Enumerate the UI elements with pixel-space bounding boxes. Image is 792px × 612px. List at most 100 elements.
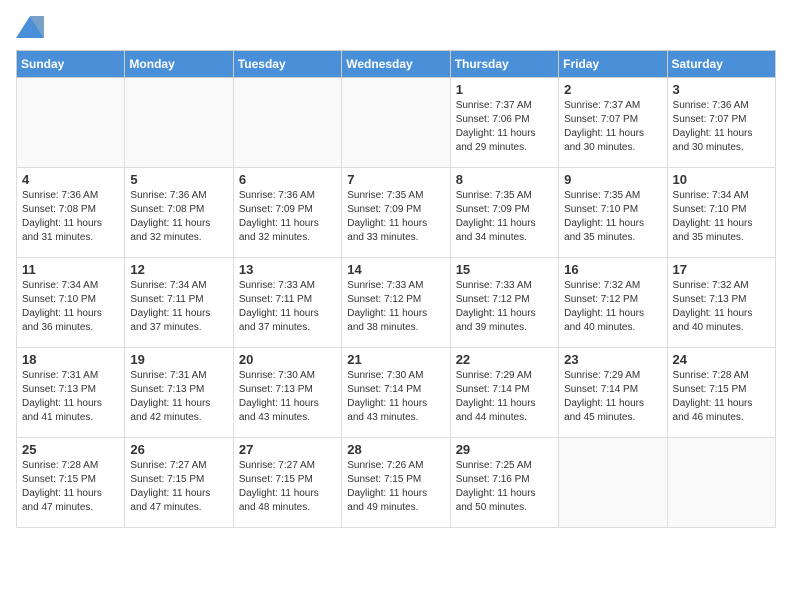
day-number: 17: [673, 262, 770, 277]
logo-icon: [16, 16, 44, 38]
page-header: [16, 16, 776, 38]
day-number: 28: [347, 442, 444, 457]
weekday-header: Friday: [559, 51, 667, 78]
calendar-table: SundayMondayTuesdayWednesdayThursdayFrid…: [16, 50, 776, 528]
day-info: Sunrise: 7:30 AM Sunset: 7:13 PM Dayligh…: [239, 369, 336, 425]
day-number: 4: [22, 172, 119, 187]
day-number: 27: [239, 442, 336, 457]
day-info: Sunrise: 7:36 AM Sunset: 7:08 PM Dayligh…: [130, 189, 227, 245]
calendar-cell: [667, 438, 775, 528]
calendar-cell: 24 Sunrise: 7:28 AM Sunset: 7:15 PM Dayli…: [667, 348, 775, 438]
calendar-cell: 16 Sunrise: 7:32 AM Sunset: 7:12 PM Dayli…: [559, 258, 667, 348]
day-info: Sunrise: 7:31 AM Sunset: 7:13 PM Dayligh…: [130, 369, 227, 425]
day-info: Sunrise: 7:37 AM Sunset: 7:06 PM Dayligh…: [456, 99, 553, 155]
calendar-cell: 1 Sunrise: 7:37 AM Sunset: 7:06 PM Daylig…: [450, 78, 558, 168]
calendar-cell: 19 Sunrise: 7:31 AM Sunset: 7:13 PM Dayli…: [125, 348, 233, 438]
calendar-cell: 27Sunrise: 7:27 AM Sunset: 7:15 PM Dayli…: [233, 438, 341, 528]
day-number: 9: [564, 172, 661, 187]
day-number: 14: [347, 262, 444, 277]
day-info: Sunrise: 7:36 AM Sunset: 7:08 PM Dayligh…: [22, 189, 119, 245]
calendar-cell: 11 Sunrise: 7:34 AM Sunset: 7:10 PM Dayli…: [17, 258, 125, 348]
day-number: 3: [673, 82, 770, 97]
day-number: 12: [130, 262, 227, 277]
calendar-cell: 8 Sunrise: 7:35 AM Sunset: 7:09 PM Daylig…: [450, 168, 558, 258]
day-number: 7: [347, 172, 444, 187]
calendar-cell: 2 Sunrise: 7:37 AM Sunset: 7:07 PM Daylig…: [559, 78, 667, 168]
weekday-header: Tuesday: [233, 51, 341, 78]
day-number: 6: [239, 172, 336, 187]
weekday-header: Saturday: [667, 51, 775, 78]
calendar-cell: 29 Sunrise: 7:25 AM Sunset: 7:16 PM Dayli…: [450, 438, 558, 528]
day-info: Sunrise: 7:30 AM Sunset: 7:14 PM Dayligh…: [347, 369, 444, 425]
weekday-header: Wednesday: [342, 51, 450, 78]
calendar-cell: 7Sunrise: 7:35 AM Sunset: 7:09 PM Daylig…: [342, 168, 450, 258]
day-info: Sunrise: 7:28 AM Sunset: 7:15 PM Dayligh…: [673, 369, 770, 425]
calendar-cell: [559, 438, 667, 528]
day-number: 11: [22, 262, 119, 277]
calendar-cell: 25 Sunrise: 7:28 AM Sunset: 7:15 PM Dayli…: [17, 438, 125, 528]
calendar-cell: 26 Sunrise: 7:27 AM Sunset: 7:15 PM Dayli…: [125, 438, 233, 528]
calendar-cell: 5 Sunrise: 7:36 AM Sunset: 7:08 PM Daylig…: [125, 168, 233, 258]
calendar-cell: 4 Sunrise: 7:36 AM Sunset: 7:08 PM Daylig…: [17, 168, 125, 258]
day-number: 29: [456, 442, 553, 457]
day-number: 10: [673, 172, 770, 187]
calendar-cell: [233, 78, 341, 168]
day-info: Sunrise: 7:25 AM Sunset: 7:16 PM Dayligh…: [456, 459, 553, 515]
calendar-cell: 18 Sunrise: 7:31 AM Sunset: 7:13 PM Dayli…: [17, 348, 125, 438]
day-number: 16: [564, 262, 661, 277]
weekday-header: Thursday: [450, 51, 558, 78]
day-number: 26: [130, 442, 227, 457]
day-info: Sunrise: 7:26 AM Sunset: 7:15 PM Dayligh…: [347, 459, 444, 515]
calendar-cell: 20 Sunrise: 7:30 AM Sunset: 7:13 PM Dayli…: [233, 348, 341, 438]
day-number: 21: [347, 352, 444, 367]
day-info: Sunrise: 7:34 AM Sunset: 7:10 PM Dayligh…: [673, 189, 770, 245]
logo: [16, 16, 48, 38]
day-info: Sunrise: 7:31 AM Sunset: 7:13 PM Dayligh…: [22, 369, 119, 425]
day-info: Sunrise: 7:37 AM Sunset: 7:07 PM Dayligh…: [564, 99, 661, 155]
day-number: 19: [130, 352, 227, 367]
day-info: Sunrise: 7:33 AM Sunset: 7:12 PM Dayligh…: [347, 279, 444, 335]
day-info: Sunrise: 7:33 AM Sunset: 7:11 PM Dayligh…: [239, 279, 336, 335]
day-number: 23: [564, 352, 661, 367]
calendar-cell: 9 Sunrise: 7:35 AM Sunset: 7:10 PM Daylig…: [559, 168, 667, 258]
day-info: Sunrise: 7:36 AM Sunset: 7:09 PM Dayligh…: [239, 189, 336, 245]
day-info: Sunrise: 7:35 AM Sunset: 7:09 PM Dayligh…: [456, 189, 553, 245]
calendar-cell: 3 Sunrise: 7:36 AM Sunset: 7:07 PM Daylig…: [667, 78, 775, 168]
day-number: 25: [22, 442, 119, 457]
calendar-cell: 13 Sunrise: 7:33 AM Sunset: 7:11 PM Dayli…: [233, 258, 341, 348]
day-info: Sunrise: 7:34 AM Sunset: 7:10 PM Dayligh…: [22, 279, 119, 335]
calendar-header: SundayMondayTuesdayWednesdayThursdayFrid…: [17, 51, 776, 78]
calendar-cell: [342, 78, 450, 168]
day-info: Sunrise: 7:27 AM Sunset: 7:15 PM Dayligh…: [130, 459, 227, 515]
day-number: 1: [456, 82, 553, 97]
day-info: Sunrise: 7:29 AM Sunset: 7:14 PM Dayligh…: [456, 369, 553, 425]
day-info: Sunrise: 7:28 AM Sunset: 7:15 PM Dayligh…: [22, 459, 119, 515]
calendar-cell: 28 Sunrise: 7:26 AM Sunset: 7:15 PM Dayli…: [342, 438, 450, 528]
calendar-cell: 12 Sunrise: 7:34 AM Sunset: 7:11 PM Dayli…: [125, 258, 233, 348]
day-info: Sunrise: 7:32 AM Sunset: 7:13 PM Dayligh…: [673, 279, 770, 335]
calendar-cell: 10 Sunrise: 7:34 AM Sunset: 7:10 PM Dayli…: [667, 168, 775, 258]
day-info: Sunrise: 7:35 AM Sunset: 7:10 PM Dayligh…: [564, 189, 661, 245]
day-number: 5: [130, 172, 227, 187]
calendar-cell: 14 Sunrise: 7:33 AM Sunset: 7:12 PM Dayli…: [342, 258, 450, 348]
day-number: 8: [456, 172, 553, 187]
day-number: 2: [564, 82, 661, 97]
day-number: 13: [239, 262, 336, 277]
day-number: 15: [456, 262, 553, 277]
day-info: Sunrise: 7:33 AM Sunset: 7:12 PM Dayligh…: [456, 279, 553, 335]
day-number: 20: [239, 352, 336, 367]
day-info: Sunrise: 7:34 AM Sunset: 7:11 PM Dayligh…: [130, 279, 227, 335]
calendar-cell: 23Sunrise: 7:29 AM Sunset: 7:14 PM Dayli…: [559, 348, 667, 438]
calendar-cell: 22 Sunrise: 7:29 AM Sunset: 7:14 PM Dayli…: [450, 348, 558, 438]
day-number: 22: [456, 352, 553, 367]
day-info: Sunrise: 7:36 AM Sunset: 7:07 PM Dayligh…: [673, 99, 770, 155]
day-number: 18: [22, 352, 119, 367]
day-info: Sunrise: 7:32 AM Sunset: 7:12 PM Dayligh…: [564, 279, 661, 335]
calendar-cell: 6 Sunrise: 7:36 AM Sunset: 7:09 PM Daylig…: [233, 168, 341, 258]
calendar-cell: 21 Sunrise: 7:30 AM Sunset: 7:14 PM Dayli…: [342, 348, 450, 438]
calendar-cell: 17 Sunrise: 7:32 AM Sunset: 7:13 PM Dayli…: [667, 258, 775, 348]
weekday-header: Sunday: [17, 51, 125, 78]
day-number: 24: [673, 352, 770, 367]
weekday-header: Monday: [125, 51, 233, 78]
calendar-cell: [125, 78, 233, 168]
